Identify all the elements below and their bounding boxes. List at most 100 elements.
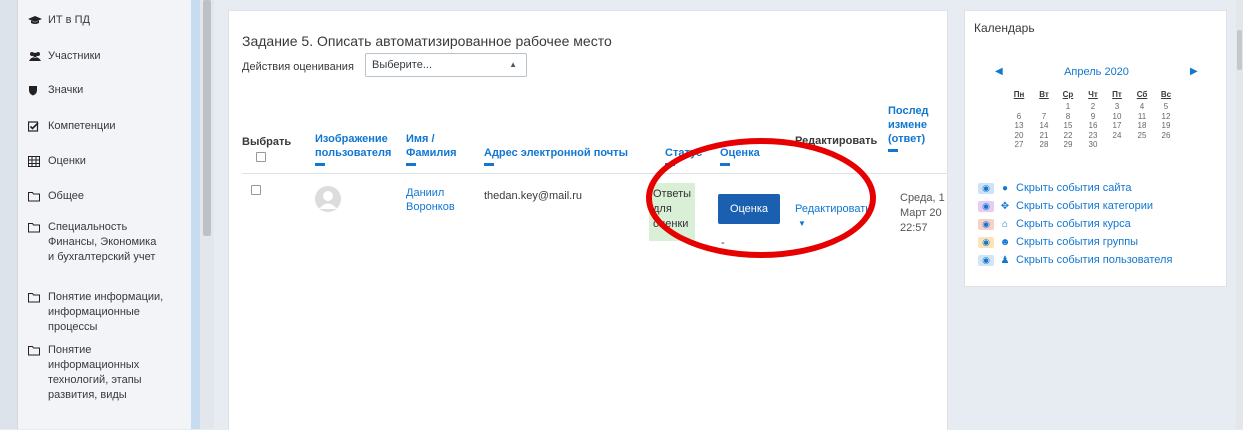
weekday-header: Чт — [1088, 90, 1098, 99]
calendar-day[interactable]: 29 — [1058, 140, 1078, 149]
calendar-day[interactable]: 25 — [1132, 131, 1152, 140]
calendar-day[interactable]: 2 — [1083, 102, 1103, 111]
users-icon — [28, 49, 42, 62]
calendar-day[interactable]: 24 — [1107, 131, 1127, 140]
calendar-day[interactable]: 21 — [1034, 131, 1054, 140]
folder-icon — [28, 189, 42, 202]
calendar-day[interactable]: 4 — [1132, 102, 1152, 111]
table-header-rule — [242, 173, 947, 174]
calendar-day[interactable]: 14 — [1034, 121, 1054, 130]
edit-dropdown-label: Редактировать — [795, 203, 871, 215]
weekday-header: Пн — [1013, 90, 1025, 99]
page-scrollbar-thumb[interactable] — [1237, 30, 1242, 70]
calendar-day[interactable]: 17 — [1107, 121, 1127, 130]
grading-panel: Задание 5. Описать автоматизированное ра… — [228, 10, 948, 430]
calendar-day[interactable]: 12 — [1156, 112, 1176, 121]
event-filter-course[interactable]: ◉ ⌂ Скрыть события курса — [978, 218, 1131, 230]
calendar-block: Календарь Апрель 2020 ◀ ▶ Пн Вт Ср Чт Пт… — [964, 10, 1227, 287]
calendar-day[interactable]: 11 — [1132, 112, 1152, 121]
assignment-title: Задание 5. Описать автоматизированное ра… — [242, 33, 612, 49]
sidebar-scrollbar-thumb[interactable] — [203, 0, 211, 236]
event-filter-category[interactable]: ◉ ✥ Скрыть события категории — [978, 200, 1153, 212]
sidebar-item-specialty[interactable]: Специальность Финансы, Экономика и бухга… — [28, 220, 183, 265]
calendar-day[interactable]: 19 — [1156, 121, 1176, 130]
column-grade-label: Оценка — [720, 147, 760, 159]
edit-dropdown[interactable]: Редактировать ▼ — [795, 188, 871, 231]
event-filter-label: Скрыть события курса — [1016, 218, 1131, 230]
sidebar-item-course[interactable]: ИТ в ПД — [28, 13, 183, 28]
status-badge: Ответы для оценки — [649, 183, 695, 241]
checkbox-icon — [28, 119, 42, 132]
student-name-link[interactable]: Даниил Воронков — [406, 186, 455, 214]
column-name-label: Имя / Фамилия — [406, 133, 457, 159]
folder-icon — [28, 290, 42, 303]
calendar-day[interactable]: 6 — [1009, 112, 1029, 121]
university-icon: ⌂ — [1001, 218, 1009, 230]
eye-icon: ◉ — [978, 182, 994, 194]
calendar-day[interactable]: 22 — [1058, 131, 1078, 140]
calendar-day[interactable]: 18 — [1132, 121, 1152, 130]
grading-actions-select[interactable]: Выберите... ▲ — [365, 53, 527, 77]
column-select: Выбрать — [242, 136, 292, 148]
sidebar-item-badges[interactable]: Значки — [28, 83, 183, 98]
sidebar-item-label: Оценки — [48, 155, 86, 167]
grade-button[interactable]: Оценка — [718, 194, 780, 224]
user-avatar — [315, 186, 341, 212]
column-email-label: Адрес электронной почты — [484, 147, 628, 159]
calendar-day[interactable]: 8 — [1058, 112, 1078, 121]
sidebar-item-label: Понятие информации, информационные проце… — [48, 291, 164, 333]
sort-dash-icon — [888, 149, 898, 152]
event-filter-site[interactable]: ◉ ● Скрыть события сайта — [978, 182, 1132, 194]
calendar-day[interactable]: 27 — [1009, 140, 1029, 149]
column-user-picture[interactable]: Изображение пользователя — [315, 118, 391, 180]
weekday-header: Вс — [1160, 90, 1172, 99]
calendar-day[interactable]: 23 — [1083, 131, 1103, 140]
eye-icon: ◉ — [978, 200, 994, 212]
calendar-day[interactable]: 30 — [1083, 140, 1103, 149]
event-filter-group[interactable]: ◉ ☻ Скрыть события группы — [978, 236, 1138, 248]
select-all-checkbox[interactable] — [256, 152, 266, 162]
column-last-modified[interactable]: Послед измене (ответ) — [888, 90, 947, 166]
calendar-day[interactable]: 3 — [1107, 102, 1127, 111]
last-modified-value: Среда, 1 Март 20 22:57 — [900, 192, 945, 234]
grading-actions-label: Действия оценивания — [242, 61, 354, 73]
sidebar-item-information[interactable]: Понятие информации, информационные проце… — [28, 290, 183, 335]
sidebar-item-grades[interactable]: Оценки — [28, 154, 183, 169]
calendar-day[interactable]: 5 — [1156, 102, 1176, 111]
column-status-label: Статус — [665, 147, 703, 159]
calendar-day[interactable]: 16 — [1083, 121, 1103, 130]
calendar-day[interactable]: 9 — [1083, 112, 1103, 121]
previous-month-arrow-icon[interactable]: ◀ — [995, 66, 1003, 77]
row-select-checkbox[interactable] — [251, 185, 261, 195]
sidebar-item-technologies[interactable]: Понятие информационных технологий, этапы… — [28, 343, 183, 403]
next-month-arrow-icon[interactable]: ▶ — [1190, 66, 1198, 77]
sidebar-item-label: Компетенции — [48, 120, 116, 132]
event-filter-user[interactable]: ◉ ♟ Скрыть события пользователя — [978, 254, 1172, 266]
calendar-day[interactable]: 15 — [1058, 121, 1078, 130]
calendar-day[interactable]: 20 — [1009, 131, 1029, 140]
event-filter-label: Скрыть события пользователя — [1016, 254, 1173, 266]
calendar-day[interactable]: 13 — [1009, 121, 1029, 130]
shield-icon — [28, 83, 42, 96]
sort-dash-icon — [315, 163, 325, 166]
weekday-header: Ср — [1062, 90, 1074, 99]
weekday-header: Сб — [1136, 90, 1148, 99]
sidebar-item-label: Понятие информационных технологий, этапы… — [48, 344, 142, 401]
sidebar-item-competencies[interactable]: Компетенции — [28, 119, 183, 134]
calendar-day[interactable]: 10 — [1107, 112, 1127, 121]
student-email: thedan.key@mail.ru — [484, 190, 582, 202]
event-filter-label: Скрыть события категории — [1016, 200, 1154, 212]
calendar-day[interactable]: 28 — [1034, 140, 1054, 149]
weekday-header: Пт — [1112, 90, 1122, 99]
sidebar-item-participants[interactable]: Участники — [28, 49, 183, 64]
select-value: Выберите... — [372, 59, 433, 71]
calendar-day[interactable]: 1 — [1058, 102, 1078, 111]
cubes-icon: ✥ — [1000, 200, 1010, 212]
column-name[interactable]: Имя / Фамилия — [406, 118, 457, 180]
calendar-day[interactable]: 7 — [1034, 112, 1054, 121]
calendar-month[interactable]: Апрель 2020 — [965, 66, 1228, 78]
calendar-day[interactable]: 26 — [1156, 131, 1176, 140]
event-filter-label: Скрыть события сайта — [1016, 182, 1132, 194]
sidebar-item-general[interactable]: Общее — [28, 189, 183, 204]
folder-icon — [28, 220, 42, 233]
